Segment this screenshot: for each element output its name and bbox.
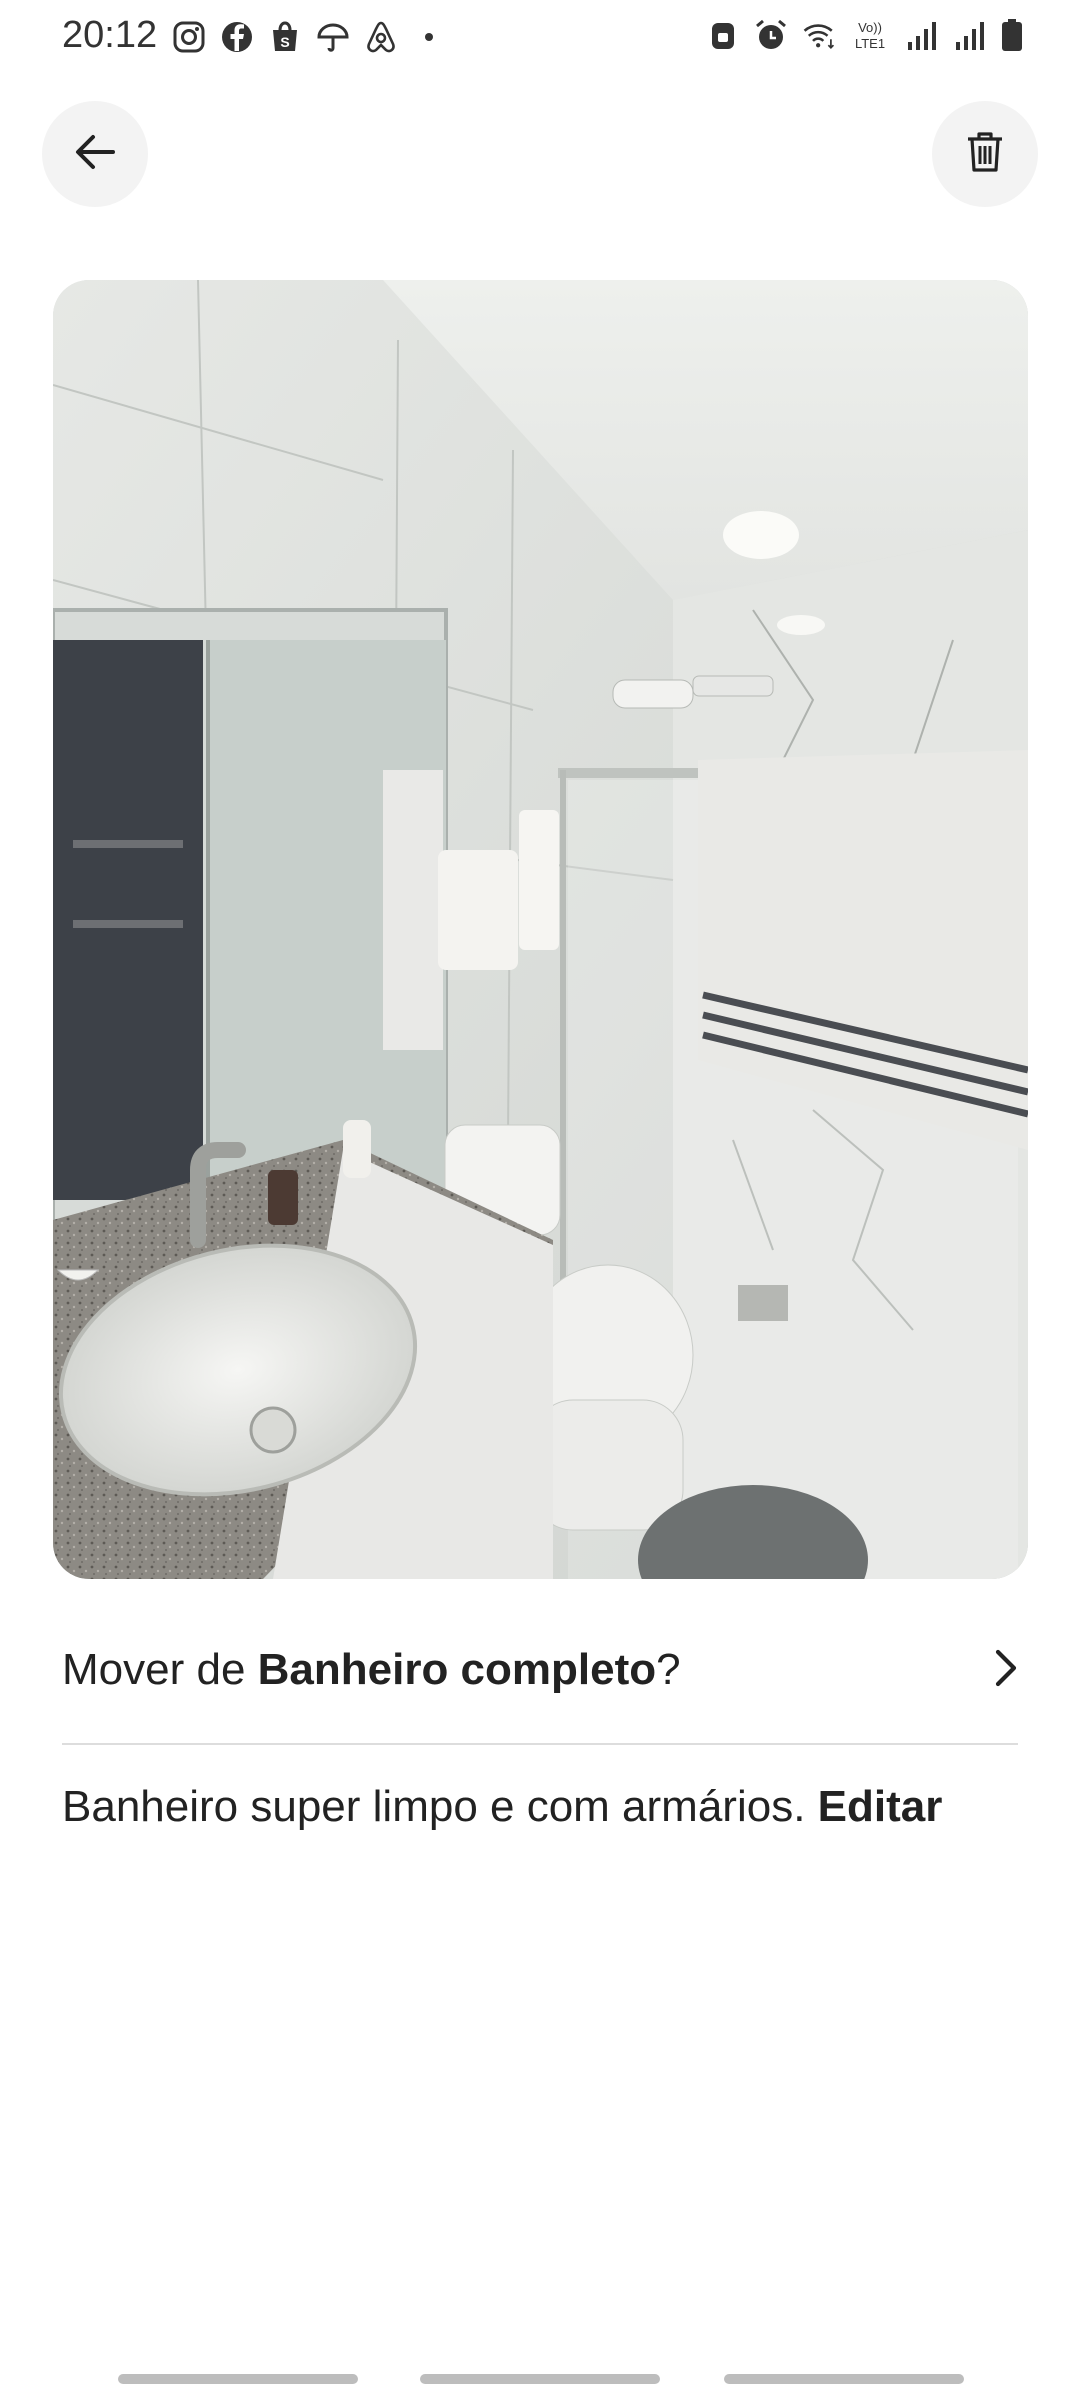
back-button[interactable] [42,101,148,207]
status-time: 20:12 [62,14,158,56]
svg-text:Vo)): Vo)) [858,20,882,35]
airbnb-icon [364,20,398,54]
signal-icon [952,18,986,52]
edit-caption-link[interactable]: Editar [818,1782,943,1831]
move-room-row[interactable]: Mover de Banheiro completo? [62,1620,1020,1720]
volte-icon: Vo)) LTE1 [850,18,890,52]
umbrella-icon [316,20,350,54]
instagram-icon [172,20,206,54]
alarm-icon [754,18,788,52]
system-icons: Vo)) LTE1 [706,18,1024,52]
status-bar: 20:12 S Vo)) LTE1 [0,0,1080,80]
dot-icon [412,20,446,54]
notification-icons: S [172,20,446,54]
nav-home-button[interactable] [420,2374,660,2384]
caption-text: Banheiro super limpo e com armários. [62,1782,818,1831]
delete-button[interactable] [932,101,1038,207]
lock-icon [706,18,740,52]
shopee-icon: S [268,20,302,54]
move-room-text: Mover de Banheiro completo? [62,1645,681,1695]
chevron-right-icon [994,1648,1020,1693]
divider [62,1743,1018,1745]
trash-icon [965,130,1005,179]
svg-text:S: S [280,34,289,50]
photo-caption: Banheiro super limpo e com armários. Edi… [62,1782,1022,1832]
nav-recents-button[interactable] [118,2374,358,2384]
signal-icon [904,18,938,52]
facebook-icon [220,20,254,54]
room-name: Banheiro completo [257,1645,657,1694]
svg-text:LTE1: LTE1 [855,36,885,51]
arrow-left-icon [73,130,117,179]
bathroom-photo[interactable] [53,280,1028,1579]
move-prefix: Mover de [62,1645,258,1694]
nav-back-button[interactable] [724,2374,964,2384]
move-suffix: ? [656,1645,681,1694]
battery-icon [1000,18,1024,52]
wifi-icon [802,18,836,52]
